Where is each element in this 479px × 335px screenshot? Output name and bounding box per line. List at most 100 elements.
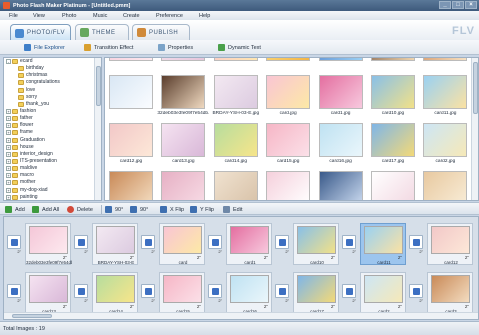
transition-slot[interactable]: 2" — [275, 235, 289, 254]
thumbnail-item[interactable]: card10.jpg — [367, 72, 419, 120]
transition-slot[interactable]: 2" — [7, 235, 21, 254]
thumbnail-item[interactable] — [105, 72, 157, 120]
transition-slot[interactable]: 2" — [74, 235, 88, 254]
thumbnail-item[interactable]: card.jpg — [262, 72, 314, 120]
transition-slot[interactable]: 2" — [409, 284, 423, 303]
transition-slot[interactable]: 2" — [7, 284, 21, 303]
expand-icon[interactable]: + — [6, 109, 11, 115]
thumbnail-item[interactable] — [105, 58, 157, 72]
transition-slot[interactable]: 2" — [409, 235, 423, 254]
folder-item[interactable]: christmas — [4, 72, 101, 79]
subtab-dynamic-text[interactable]: Dynamic Text — [218, 43, 261, 52]
folder-item[interactable]: + macro — [4, 172, 101, 179]
folder-item[interactable]: birthday — [4, 65, 101, 72]
storyboard-slide[interactable]: 2" 32deb03e3fe09f7e54db — [25, 223, 72, 265]
expand-icon[interactable]: + — [6, 173, 11, 179]
thumbnail-item[interactable]: card5.jpg — [210, 168, 262, 200]
thumbnail-item[interactable] — [210, 58, 262, 72]
storyboard-slide[interactable]: 2" card11 — [360, 223, 406, 265]
thumbnail-item[interactable] — [367, 58, 419, 72]
expand-icon[interactable]: + — [6, 187, 11, 193]
add-all-button[interactable]: Add All — [32, 205, 59, 214]
folder-item[interactable]: + painting — [4, 194, 101, 200]
storyboard-slide[interactable]: 2"card13 — [25, 272, 71, 314]
folder-item[interactable]: + house — [4, 144, 101, 151]
storyboard-slide[interactable]: 2" card10 — [293, 223, 339, 265]
tab-photo-flv[interactable]: PHOTO/FLV — [10, 24, 71, 41]
transition-slot[interactable]: 2" — [74, 284, 88, 303]
thumbnail-item[interactable]: card1.jpg — [315, 72, 367, 120]
menu-music[interactable]: Music — [93, 13, 107, 19]
scrollbar-thumb[interactable] — [96, 66, 101, 106]
storyboard-scrollbar[interactable] — [4, 312, 478, 319]
thumbnail-grid-scrollbar[interactable] — [471, 58, 478, 200]
storyboard-slide[interactable]: 2" card — [159, 223, 205, 265]
subtab-properties[interactable]: Properties — [158, 43, 193, 52]
folder-tree-scrollbar[interactable] — [94, 58, 101, 200]
expand-icon[interactable]: + — [6, 144, 11, 150]
menu-photo[interactable]: Photo — [62, 13, 76, 19]
folder-item[interactable]: + my-dog-xiad — [4, 187, 101, 194]
transition-slot[interactable]: 2" — [208, 235, 222, 254]
folder-item[interactable]: love — [4, 87, 101, 94]
thumbnail-item[interactable]: 32deb03e3fe09f7e54db.jpg — [157, 72, 209, 120]
expand-icon[interactable]: + — [6, 116, 11, 122]
storyboard-slide[interactable]: 2"card3 — [427, 272, 473, 314]
thumbnail-item[interactable]: BRDAY-YSH-03-E.jpg — [210, 72, 262, 120]
scrollbar-thumb[interactable] — [473, 62, 478, 114]
thumbnail-item[interactable] — [419, 58, 471, 72]
thumbnail-item[interactable]: card4.jpg — [157, 168, 209, 200]
folder-tree[interactable]: - ecard birthday christmas congratulations lo… — [3, 57, 102, 201]
folder-item[interactable]: + fashion — [4, 108, 101, 115]
storyboard-slide[interactable]: 2"card17 — [293, 272, 339, 314]
thumbnail-item[interactable]: card9.jpg — [419, 168, 471, 200]
storyboard[interactable]: 2" 2" 32deb03e3fe09f7e54db 2" 2" BRDAY-YSH-03… — [3, 216, 479, 320]
transition-slot[interactable]: 2" — [342, 235, 356, 254]
thumbnail-grid[interactable]: 32deb03e3fe09f7e54db.jpgBRDAY-YSH-03-E.j… — [104, 57, 479, 201]
subtab-file-explorer[interactable]: File Explorer — [24, 43, 65, 52]
thumbnail-item[interactable]: card6.jpg — [262, 168, 314, 200]
thumbnail-item[interactable] — [262, 58, 314, 72]
expand-icon[interactable]: + — [6, 137, 11, 143]
rotate-left-button[interactable]: 90° — [105, 205, 123, 214]
transition-slot[interactable]: 2" — [342, 284, 356, 303]
expand-icon[interactable]: + — [6, 130, 11, 136]
folder-item[interactable]: sorry — [4, 94, 101, 101]
folder-item[interactable]: thank_you — [4, 101, 101, 108]
transition-slot[interactable]: 2" — [208, 284, 222, 303]
menu-view[interactable]: View — [33, 13, 45, 19]
tab-theme[interactable]: THEME — [75, 24, 129, 40]
thumbnail-item[interactable]: card13.jpg — [157, 120, 209, 168]
expand-icon[interactable]: + — [6, 151, 11, 157]
folder-item[interactable]: + flower — [4, 122, 101, 129]
thumbnail-item[interactable]: card3.jpg — [105, 168, 157, 200]
expand-icon[interactable]: + — [6, 159, 11, 165]
add-button[interactable]: Add — [5, 205, 25, 214]
menu-help[interactable]: Help — [199, 13, 210, 19]
thumbnail-item[interactable]: card7.jpg — [315, 168, 367, 200]
thumbnail-item[interactable]: card17.jpg — [367, 120, 419, 168]
thumbnail-item[interactable]: card16.jpg — [315, 120, 367, 168]
thumbnail-item[interactable]: card11.jpg — [419, 72, 471, 120]
y-flip-button[interactable]: Y Flip — [190, 205, 214, 214]
expand-icon[interactable]: + — [6, 180, 11, 186]
folder-item[interactable]: + maldive — [4, 165, 101, 172]
thumbnail-item[interactable] — [315, 58, 367, 72]
tab-publish[interactable]: PUBLISH — [132, 24, 190, 40]
thumbnail-item[interactable] — [157, 58, 209, 72]
storyboard-slide[interactable]: 2" BRDAY-YSH-03-E — [92, 223, 138, 265]
close-button[interactable]: × — [465, 1, 477, 9]
folder-item[interactable]: + ITS-presentation — [4, 158, 101, 165]
storyboard-slide[interactable]: 2"card16 — [226, 272, 272, 314]
folder-item[interactable]: + interior_design — [4, 151, 101, 158]
thumbnail-item[interactable]: card12.jpg — [105, 120, 157, 168]
folder-item[interactable]: - ecard — [4, 58, 101, 65]
transition-slot[interactable]: 2" — [141, 235, 155, 254]
storyboard-slide[interactable]: 2"card15 — [159, 272, 205, 314]
expand-icon[interactable]: + — [6, 194, 11, 200]
folder-item[interactable]: + father — [4, 115, 101, 122]
transition-slot[interactable]: 2" — [275, 284, 289, 303]
menu-file[interactable]: File — [9, 13, 18, 19]
collapse-icon[interactable]: - — [6, 59, 11, 65]
storyboard-slide[interactable]: 2"card2 — [360, 272, 406, 314]
